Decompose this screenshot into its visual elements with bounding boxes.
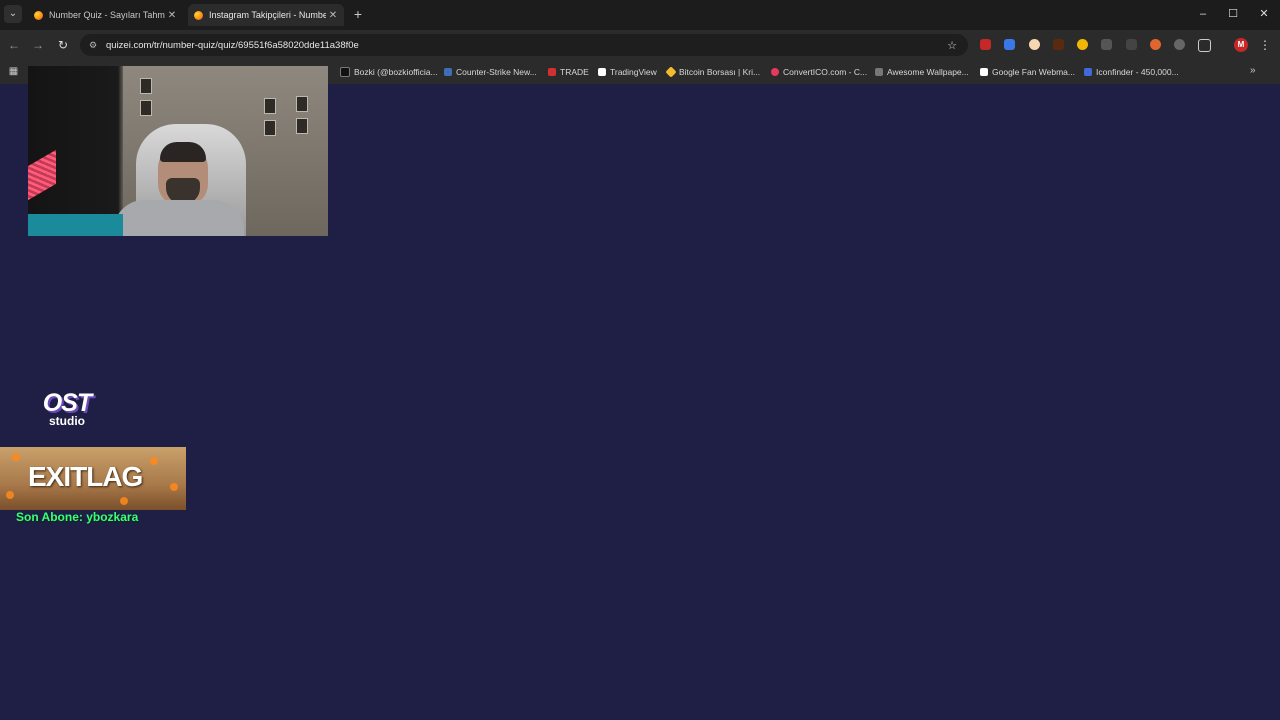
wall-frame [264,120,276,136]
wall-frame [140,78,152,94]
streamer-body [114,200,244,236]
binance-icon [665,66,677,78]
tab-title: Instagram Takipçileri - Number [209,10,326,20]
rgb-light [28,149,56,201]
bookmark-label: Google Fan Webma... [992,67,1075,77]
streamer-hair [160,142,206,162]
forward-arrow-icon[interactable]: → [30,37,46,53]
iconfinder-icon [1084,68,1092,76]
url-text[interactable]: quizei.com/tr/number-quiz/quiz/69551f6a5… [106,40,944,51]
exitlag-sponsor-banner: EXITLAG [0,447,186,510]
extension-icon[interactable] [1029,39,1040,50]
tab-strip: ⌄ Number Quiz - Sayıları Tahmin ✕ Instag… [0,0,1280,30]
close-window-button[interactable]: ✕ [1249,5,1279,23]
bookmark-label: Counter-Strike New... [456,67,537,77]
tradingview-icon [598,68,606,76]
extension-translate-icon[interactable] [1004,39,1015,50]
apps-grid-icon[interactable]: ▦ [8,66,19,77]
trade-icon [548,68,556,76]
close-icon[interactable]: ✕ [165,10,179,21]
back-arrow-icon[interactable]: ← [6,37,22,53]
bookmark-label: Bozki (@bozkiofficia... [354,67,438,77]
profile-avatar[interactable]: M [1234,38,1248,52]
decor-dot [120,497,128,505]
tab-instagram-takipcileri[interactable]: Instagram Takipçileri - Number ✕ [188,4,344,26]
wallpaper-icon [875,68,883,76]
home-icon [980,68,988,76]
quiz-favicon-icon [34,10,43,20]
tab-number-quiz[interactable]: Number Quiz - Sayıları Tahmin ✕ [28,4,183,26]
bookmarks-overflow-icon[interactable]: » [1250,65,1256,76]
bookmark-item[interactable]: Bozki (@bozkiofficia... [340,65,438,79]
bookmark-item[interactable]: TRADE [548,65,589,79]
bookmark-item[interactable]: ConvertICO.com - C... [771,65,867,79]
bookmark-item[interactable]: TradingView [598,65,657,79]
tiktok-icon [340,67,350,77]
webcam-feed [28,66,328,236]
extension-lastpass-icon[interactable] [980,39,991,50]
address-bar[interactable]: ⚙ quizei.com/tr/number-quiz/quiz/69551f6… [80,34,968,56]
extension-icon[interactable] [1101,39,1112,50]
ost-logo-text: OST [42,389,92,417]
tab-title: Number Quiz - Sayıları Tahmin [49,10,165,20]
bookmark-label: Iconfinder - 450,000... [1096,67,1179,77]
tab-search-chevron-icon[interactable]: ⌄ [4,5,22,23]
menu-dots-icon[interactable]: ⋮ [1258,37,1272,53]
converticon-icon [771,68,779,76]
bookmark-star-icon[interactable]: ☆ [944,39,960,52]
last-subscriber-text: Son Abone: ybozkara [16,510,139,524]
bookmark-label: TRADE [560,67,589,77]
wall-frame [264,98,276,114]
decor-dot [6,491,14,499]
site-info-icon[interactable]: ⚙ [86,38,100,52]
extension-icon[interactable] [1150,39,1161,50]
bookmark-item[interactable]: Counter-Strike New... [444,65,537,79]
bookmark-item[interactable]: Google Fan Webma... [980,65,1075,79]
decor-dot [170,483,178,491]
wall-frame [296,118,308,134]
bookmark-item[interactable]: Bitcoin Borsası | Kri... [665,65,761,79]
extension-icon[interactable] [1174,39,1185,50]
bookmark-label: ConvertICO.com - C... [783,67,868,77]
bookmark-label: TradingView [610,67,657,77]
reload-icon[interactable]: ↻ [55,37,71,53]
maximize-button[interactable]: ☐ [1218,5,1248,23]
new-tab-button[interactable]: + [350,6,366,22]
exitlag-logo-text: EXITLAG [28,461,143,492]
bookmark-item[interactable]: Awesome Wallpape... [875,65,969,79]
close-icon[interactable]: ✕ [326,10,340,21]
extension-icon[interactable] [1053,39,1064,50]
wall-frame [296,96,308,112]
extension-icon[interactable] [1126,39,1137,50]
decor-dot [12,453,20,461]
quiz-favicon-icon [194,10,203,20]
bookmark-label: Awesome Wallpape... [887,67,969,77]
extension-icon[interactable] [1077,39,1088,50]
bookmark-label: Bitcoin Borsası | Kri... [679,67,761,77]
counter-strike-icon [444,68,452,76]
ost-studio-logo: OST studio [36,390,98,430]
decor-dot [150,457,158,465]
browser-toolbar: ← → ↻ ⚙ quizei.com/tr/number-quiz/quiz/6… [0,30,1280,60]
desk-surface [28,214,123,236]
extensions-puzzle-icon[interactable] [1198,39,1211,52]
bookmark-item[interactable]: Iconfinder - 450,000... [1084,65,1179,79]
wall-frame [140,100,152,116]
minimize-button[interactable]: – [1188,5,1218,23]
